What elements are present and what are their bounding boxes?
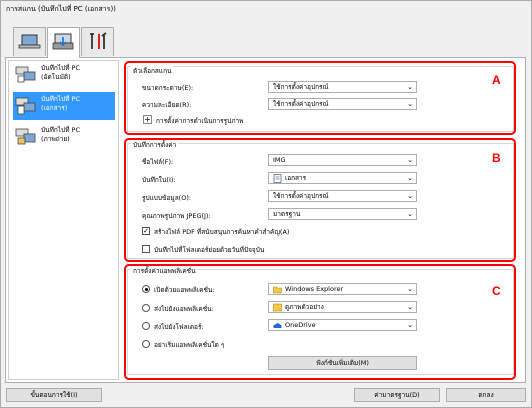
chevron-down-icon: ⌄ <box>407 192 413 200</box>
general-settings-tools-icon <box>90 32 107 49</box>
preview-image-icon <box>273 303 282 311</box>
data-format-label: รูปแบบข้อมูล(O): <box>142 194 192 202</box>
list-item-label: บันทึกไปที่ PC (เอกสาร) <box>41 95 80 112</box>
create-pdf-checkbox[interactable]: ✓ <box>142 227 150 235</box>
paper-size-label: ขนาดกระดาษ(E): <box>142 84 194 92</box>
scan-from-computer-icon <box>18 34 41 49</box>
chevron-down-icon: ⌄ <box>407 303 413 311</box>
document-scan-icon <box>15 97 36 115</box>
jpeg-quality-select[interactable]: มาตรฐาน ⌄ <box>268 208 417 220</box>
list-item-label: บันทึกไปที่ PC (ภาพถ่าย) <box>41 126 80 143</box>
save-in-select[interactable]: เอกสาร ⌄ <box>268 172 417 184</box>
scan-from-operation-panel-icon <box>52 33 74 50</box>
no-app-radio[interactable] <box>142 340 150 348</box>
window-title: การสแกน (บันทึกไปที่ PC (เอกสาร)) <box>6 5 116 13</box>
auto-scan-icon <box>15 66 36 83</box>
list-item-save-pc-photo[interactable]: บันทึกไปที่ PC (ภาพถ่าย) <box>13 123 115 151</box>
send-app-select[interactable]: ดูภาพตัวอย่าง ⌄ <box>268 301 417 313</box>
open-app-radio[interactable] <box>142 285 150 293</box>
jpeg-quality-label: คุณภาพรูปภาพ JPEG(J): <box>142 212 211 220</box>
resolution-select[interactable]: ใช้การตั้งค่าอุปกรณ์ ⌄ <box>268 98 417 110</box>
tab-general-settings[interactable] <box>81 27 114 56</box>
expand-image-processing-button[interactable]: + <box>143 115 152 124</box>
send-folder-select[interactable]: OneDrive ⌄ <box>268 319 417 331</box>
create-pdf-label: สร้างไฟล์ PDF ที่สนับสนุนการค้นหาคำสำคัญ… <box>154 228 290 236</box>
defaults-button[interactable]: ค่ามาตรฐาน(D) <box>354 388 440 402</box>
scan-type-list: บันทึกไปที่ PC (อัตโนมัติ) บันทึกไปที่ PC… <box>8 60 119 380</box>
chevron-down-icon: ⌄ <box>407 210 413 218</box>
documents-folder-icon <box>273 173 282 183</box>
chevron-down-icon: ⌄ <box>407 83 413 91</box>
open-app-label: เปิดด้วยแอพพลิเคชั่น: <box>154 286 215 294</box>
chevron-down-icon: ⌄ <box>407 321 413 329</box>
app-settings-title: การตั้งค่าแอพพลิเคชั่น <box>131 266 198 276</box>
subfolder-checkbox[interactable] <box>142 245 150 253</box>
scan-options-title: ตัวเลือกสแกน <box>131 66 174 76</box>
send-folder-radio[interactable] <box>142 322 150 330</box>
chevron-down-icon: ⌄ <box>407 174 413 182</box>
save-settings-title: บันทึกการตั้งค่า <box>131 140 179 150</box>
tab-scan-from-computer[interactable] <box>13 27 46 56</box>
list-item-label: บันทึกไปที่ PC (อัตโนมัติ) <box>41 64 80 81</box>
paper-size-select[interactable]: ใช้การตั้งค่าอุปกรณ์ ⌄ <box>268 81 417 93</box>
explorer-folder-icon <box>273 286 282 293</box>
subfolder-label: บันทึกไปที่โฟลเดอร์ย่อยด้วยวันที่ปัจจุบั… <box>154 246 265 254</box>
badge-a: A <box>492 73 501 87</box>
badge-b: B <box>492 151 501 165</box>
photo-scan-icon <box>15 128 36 145</box>
save-in-label: บันทึกใน(I): <box>142 176 176 184</box>
no-app-label: อย่าเริ่มแอพพลิเคชั่นใด ๆ <box>154 341 225 349</box>
data-format-select[interactable]: ใช้การตั้งค่าอุปกรณ์ ⌄ <box>268 190 417 202</box>
ok-button[interactable]: ตกลง <box>446 388 526 402</box>
send-folder-label: ส่งไปยังโฟลเดอร์: <box>154 323 204 331</box>
chevron-down-icon: ⌄ <box>407 100 413 108</box>
file-name-select[interactable]: IMG ⌄ <box>268 154 417 166</box>
tab-scan-from-operation-panel[interactable] <box>47 27 80 58</box>
list-item-save-pc-auto[interactable]: บันทึกไปที่ PC (อัตโนมัติ) <box>13 61 115 89</box>
chevron-down-icon: ⌄ <box>407 156 413 164</box>
chevron-down-icon: ⌄ <box>407 285 413 293</box>
badge-c: C <box>492 284 501 298</box>
file-name-label: ชื่อไฟล์(F): <box>142 158 174 166</box>
list-item-save-pc-document[interactable]: บันทึกไปที่ PC (เอกสาร) <box>13 92 115 120</box>
image-processing-label: การตั้งค่าการดำเนินการรูปภาพ <box>156 117 244 125</box>
send-app-label: ส่งไปยังแอพพลิเคชั่น: <box>154 305 214 313</box>
onedrive-cloud-icon <box>273 322 282 328</box>
instructions-button[interactable]: ขั้นตอนการใช้(I) <box>6 388 102 402</box>
open-app-select[interactable]: Windows Explorer ⌄ <box>268 283 417 295</box>
send-app-radio[interactable] <box>142 304 150 312</box>
more-functions-button[interactable]: ฟังก์ชันเพิ่มเติม(M) <box>268 356 417 370</box>
resolution-label: ความละเอียด(R): <box>142 101 192 109</box>
